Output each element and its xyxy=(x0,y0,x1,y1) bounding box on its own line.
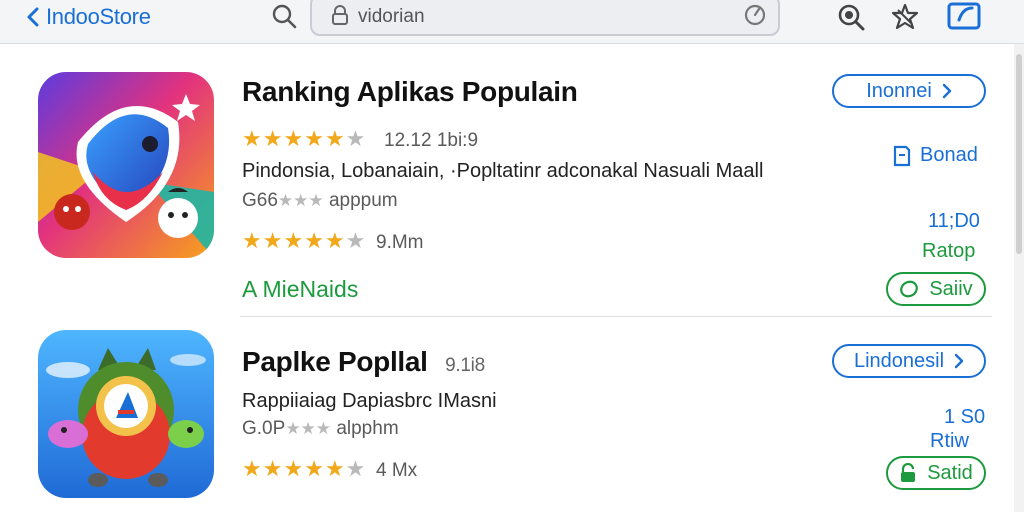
chevron-right-icon xyxy=(954,353,964,369)
star-icon: ★★★ xyxy=(277,191,324,210)
sub-rating-1: G66★★★ apppum xyxy=(242,190,398,212)
address-bar[interactable] xyxy=(310,0,780,36)
save-button[interactable]: Bonad xyxy=(892,144,978,167)
store-title: IndooStore xyxy=(46,4,151,29)
app-title-2[interactable]: Paplke Popllal 9.1i8 xyxy=(242,346,485,378)
top-bar: IndooStore xyxy=(0,0,1024,44)
star-icon: ★ xyxy=(324,228,345,253)
zoom-icon[interactable] xyxy=(836,2,866,32)
star-icon: ★★★ xyxy=(285,419,332,438)
divider xyxy=(240,316,992,317)
star-icon: ★ xyxy=(242,456,262,481)
app-description-1: Pindonsia, Lobanaiain, ·Popltatinr adcon… xyxy=(242,160,764,182)
rating-word-1: Ratop xyxy=(922,240,976,262)
count-label-2: 1 S0 xyxy=(944,406,986,428)
star-rating-2: ★ ★ ★ ★ ★ ★ xyxy=(242,458,365,480)
star-rating-1b: ★ ★ ★ ★ ★ ★ xyxy=(242,230,365,252)
star-icon: ★ xyxy=(345,126,366,151)
time-label-1: 11;D0 xyxy=(928,210,980,232)
chevron-left-icon xyxy=(27,7,39,27)
region-button-2[interactable]: Lindonesil xyxy=(832,344,986,378)
lock-icon xyxy=(332,5,348,25)
sub-rating-prefix: G.0P xyxy=(242,418,286,439)
star-icon: ★ xyxy=(262,228,283,253)
region-button-label: Inonnei xyxy=(866,79,932,102)
star-icon: ★ xyxy=(262,126,283,151)
app-icon-1[interactable] xyxy=(38,72,214,258)
lock-icon xyxy=(901,463,916,482)
star-icon: ★ xyxy=(304,228,324,253)
action-button-2[interactable]: Satid xyxy=(886,456,986,490)
favorite-icon[interactable] xyxy=(890,2,920,32)
search-input[interactable] xyxy=(358,4,738,30)
sub-rating-2: G.0P★★★ alpphm xyxy=(242,418,399,440)
star-icon: ★ xyxy=(283,126,304,151)
rating-meta-1: 12.12 1bi:9 xyxy=(384,130,479,151)
sub-rating-suffix: alpphm xyxy=(336,418,399,439)
star-icon: ★ xyxy=(304,456,324,481)
star-icon: ★ xyxy=(283,456,304,481)
region-button-label: Lindonesil xyxy=(853,349,945,372)
star-icon: ★ xyxy=(324,126,345,151)
app-title-2-suffix: 9.1i8 xyxy=(445,355,485,376)
region-button-1[interactable]: Inonnei xyxy=(832,74,986,108)
app-icon-2[interactable] xyxy=(38,330,214,498)
app-tagline-1[interactable]: A MieNaids xyxy=(242,276,358,303)
rating-word-2: Rtiw xyxy=(930,430,969,452)
action-button-1[interactable]: Saiiv xyxy=(886,272,986,306)
star-icon: ★ xyxy=(345,456,366,481)
sub-rating-prefix: G66 xyxy=(242,190,278,211)
app-description-2: Rappiiaiag Dapiasbrc IMasni xyxy=(242,390,497,412)
back-button[interactable]: IndooStore xyxy=(26,2,151,32)
star-icon: ★ xyxy=(283,228,304,253)
scrollbar[interactable] xyxy=(1014,44,1024,512)
star-icon: ★ xyxy=(242,228,262,253)
app-title-2-text: Paplke Popllal xyxy=(242,346,428,377)
share-icon[interactable] xyxy=(946,0,982,32)
chevron-right-icon xyxy=(942,83,952,99)
app-title-1[interactable]: Ranking Aplikas Populain xyxy=(242,76,578,108)
save-label: Bonad xyxy=(920,144,978,166)
star-icon: ★ xyxy=(304,126,324,151)
sub-rating-suffix: apppum xyxy=(328,190,398,211)
star-icon: ★ xyxy=(345,228,366,253)
downloads-2: 4 Mx xyxy=(376,460,418,481)
leaf-icon xyxy=(900,280,919,298)
downloads-1: 9.Mm xyxy=(376,232,424,253)
star-icon: ★ xyxy=(242,126,262,151)
action-button-label: Saiiv xyxy=(929,277,973,300)
search-icon[interactable] xyxy=(270,2,298,30)
bookmark-icon xyxy=(893,145,911,166)
action-button-label: Satid xyxy=(927,461,973,484)
star-icon: ★ xyxy=(262,456,283,481)
star-rating-1: ★ ★ ★ ★ ★ ★ xyxy=(242,128,365,150)
app-list: Ranking Aplikas Populain ★ ★ ★ ★ ★ ★ 12.… xyxy=(0,44,1014,512)
star-icon: ★ xyxy=(324,456,345,481)
scrollbar-thumb[interactable] xyxy=(1016,54,1022,254)
reload-icon[interactable] xyxy=(742,2,768,28)
